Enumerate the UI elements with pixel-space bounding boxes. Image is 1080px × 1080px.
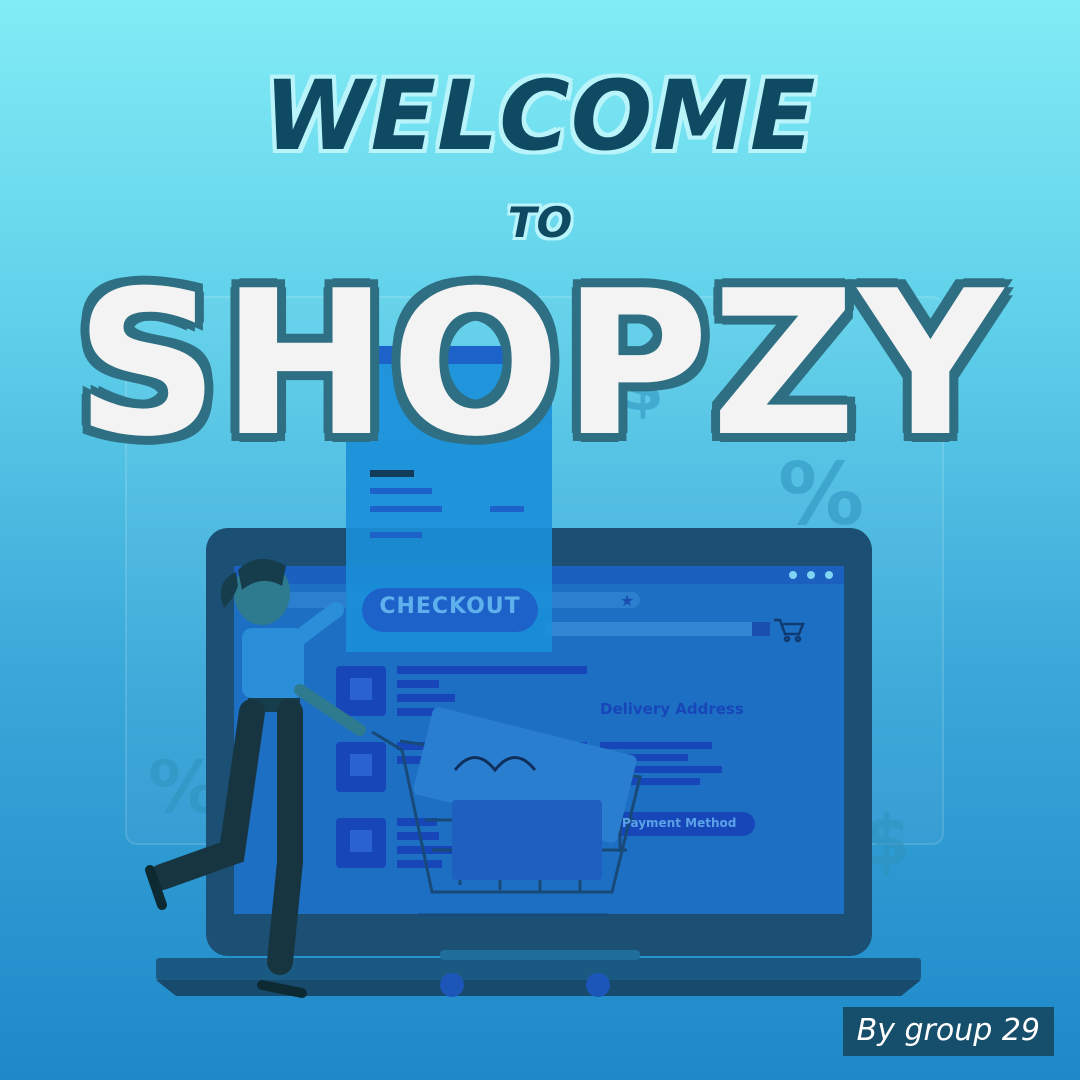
browser-dot-2 xyxy=(807,571,815,579)
delivery-address-label: Delivery Address xyxy=(600,700,744,718)
payment-method-label: Payment Method xyxy=(622,816,737,830)
browser-dot-1 xyxy=(789,571,797,579)
browser-dot-3 xyxy=(825,571,833,579)
to-heading: TO xyxy=(507,198,573,247)
byline-badge: By group 29 xyxy=(842,1007,1054,1056)
star-icon: ★ xyxy=(620,591,634,610)
welcome-heading: WELCOME xyxy=(263,60,817,172)
checkout-button[interactable]: CHECKOUT xyxy=(362,594,538,619)
brand-title: SHOPZY xyxy=(75,248,1005,481)
address-bar xyxy=(545,622,770,636)
